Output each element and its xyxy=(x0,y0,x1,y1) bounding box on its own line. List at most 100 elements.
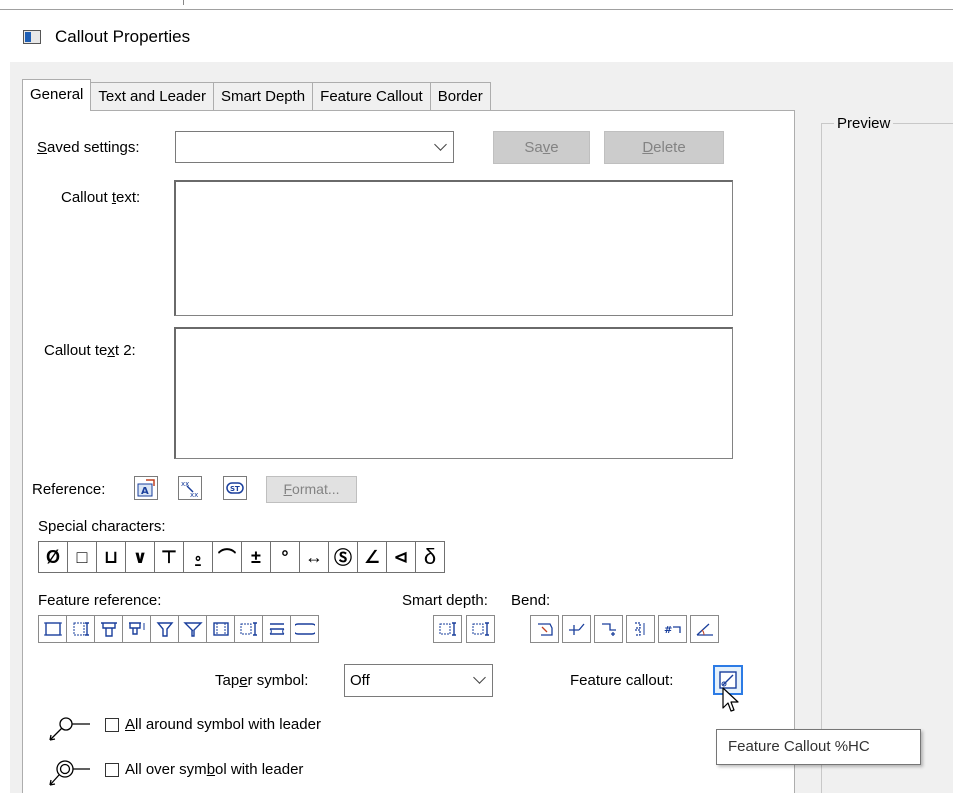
smart-depth-button-2[interactable] xyxy=(466,615,495,643)
square-symbol-button[interactable]: □ xyxy=(67,541,97,573)
svg-text:xx: xx xyxy=(190,491,198,498)
bend-button-1[interactable] xyxy=(530,615,559,643)
bend-button-6[interactable] xyxy=(690,615,719,643)
style-text-icon: ST xyxy=(226,482,244,494)
chevron-down-icon xyxy=(434,138,447,151)
bend-button-2[interactable] xyxy=(562,615,591,643)
feature-ref-button-6[interactable] xyxy=(178,615,207,643)
saved-settings-label: Saved settings: xyxy=(37,139,140,156)
all-over-leader-icon xyxy=(49,760,90,786)
bend-radius-icon xyxy=(601,623,616,636)
tab-smart-depth[interactable]: Smart Depth xyxy=(213,82,314,110)
mouse-cursor-icon xyxy=(722,687,739,712)
bend-direction-icon xyxy=(537,623,553,636)
special-characters-toolbar: Ø □ ⊔ ∨ ⊤ ⍛ ⌒ ± ° ↔ Ⓢ ∠ ⊲ δ xyxy=(38,541,445,573)
bend-order-icon xyxy=(634,622,644,636)
feature-ref-button-2[interactable] xyxy=(66,615,95,643)
all-over-checkbox[interactable] xyxy=(105,763,119,777)
slope-symbol-button[interactable]: ⊲ xyxy=(386,541,416,573)
all-around-checkbox[interactable] xyxy=(105,718,119,732)
smart-depth-toolbar xyxy=(433,615,495,643)
feature-ref-button-3[interactable] xyxy=(94,615,123,643)
tab-border[interactable]: Border xyxy=(430,82,491,110)
bend-toolbar: # xyxy=(530,615,719,643)
window-top-border xyxy=(0,9,953,10)
format-button[interactable]: Format... xyxy=(266,476,357,503)
window-edge-tick xyxy=(183,0,184,5)
countersink-hole-icon xyxy=(156,622,173,637)
delta-symbol-button[interactable]: δ xyxy=(415,541,445,573)
tab-general[interactable]: General xyxy=(22,79,92,111)
between-symbol-button[interactable]: ↔ xyxy=(299,541,329,573)
countersink-depth-icon xyxy=(182,622,203,637)
bend-button-4[interactable] xyxy=(626,615,655,643)
bend-button-3[interactable] xyxy=(594,615,623,643)
bend-kfactor-icon xyxy=(696,623,713,636)
bend-number-icon: # xyxy=(664,625,681,636)
all-over-label: All over symbol with leader xyxy=(125,761,304,778)
chevron-down-icon xyxy=(473,671,486,684)
preview-label: Preview xyxy=(834,115,894,132)
window-title: Callout Properties xyxy=(55,27,191,46)
diameter-symbol-button[interactable]: Ø xyxy=(38,541,68,573)
depth-symbol-button[interactable]: ⊤ xyxy=(154,541,184,573)
taper-symbol-dropdown[interactable]: Off xyxy=(344,664,493,697)
slot-width-icon xyxy=(294,623,315,635)
save-button[interactable]: Save xyxy=(493,131,590,164)
callout-text2-area[interactable] xyxy=(174,327,733,459)
statistical-tolerance-symbol-button[interactable]: Ⓢ xyxy=(328,541,358,573)
taper-symbol-value: Off xyxy=(350,672,370,689)
insert-dimension-value-button[interactable]: xx xx xyxy=(178,476,202,500)
counterbore-depth-icon xyxy=(128,622,144,635)
feature-ref-button-7[interactable] xyxy=(206,615,235,643)
thread-depth-icon xyxy=(240,622,257,636)
smart-depth-alt-icon xyxy=(472,622,489,636)
feature-callout-tooltip: Feature Callout %HC xyxy=(716,729,921,765)
svg-text:A: A xyxy=(141,486,149,497)
bend-button-5[interactable]: # xyxy=(658,615,687,643)
bend-angle-icon xyxy=(568,623,584,635)
origin-symbol-button[interactable]: ⍛ xyxy=(183,541,213,573)
feature-ref-button-10[interactable] xyxy=(290,615,319,643)
delete-button[interactable]: Delete xyxy=(604,131,724,164)
special-characters-label: Special characters: xyxy=(38,518,166,535)
smart-depth-icon xyxy=(439,622,456,636)
arc-length-symbol-button[interactable]: ⌒ xyxy=(212,541,242,573)
slot-icon xyxy=(269,623,284,635)
callout-text-label: Callout text: xyxy=(61,189,141,206)
feature-ref-button-4[interactable] xyxy=(122,615,151,643)
bend-label: Bend: xyxy=(511,592,551,609)
tab-text-and-leader[interactable]: Text and Leader xyxy=(91,82,214,110)
tab-strip: General Text and Leader Smart Depth Feat… xyxy=(22,79,491,111)
smart-depth-label: Smart depth: xyxy=(402,592,488,609)
insert-style-text-button[interactable]: ST xyxy=(223,476,247,500)
hole-section-icon xyxy=(43,622,62,636)
reference-label: Reference: xyxy=(32,481,106,498)
attribute-icon: A xyxy=(137,479,155,497)
tab-feature-callout[interactable]: Feature Callout xyxy=(313,82,431,110)
degree-symbol-button[interactable]: ° xyxy=(270,541,300,573)
counterbore-hole-icon xyxy=(100,622,117,637)
saved-settings-dropdown[interactable] xyxy=(175,131,454,163)
preview-group xyxy=(821,123,953,793)
feature-ref-button-5[interactable] xyxy=(150,615,179,643)
feature-reference-toolbar xyxy=(38,615,319,643)
countersink-symbol-button[interactable]: ∨ xyxy=(125,541,155,573)
callout-text2-label: Callout text 2: xyxy=(44,342,136,359)
thread-section-icon xyxy=(212,622,229,636)
callout-text-area[interactable] xyxy=(174,180,733,316)
feature-ref-button-9[interactable] xyxy=(262,615,291,643)
insert-attribute-button[interactable]: A xyxy=(134,476,158,500)
plus-minus-symbol-button[interactable]: ± xyxy=(241,541,271,573)
feature-ref-button-1[interactable] xyxy=(38,615,67,643)
feature-ref-button-8[interactable] xyxy=(234,615,263,643)
dimension-value-icon: xxxx xyxy=(181,480,198,498)
all-around-leader-icon xyxy=(49,717,90,741)
dialog-app-icon xyxy=(23,30,41,44)
feature-callout-label: Feature callout: xyxy=(570,672,674,689)
counterbore-symbol-button[interactable]: ⊔ xyxy=(96,541,126,573)
smart-depth-button-1[interactable] xyxy=(433,615,462,643)
angle-symbol-button[interactable]: ∠ xyxy=(357,541,387,573)
svg-text:ST: ST xyxy=(230,485,240,493)
feature-reference-label: Feature reference: xyxy=(38,592,162,609)
